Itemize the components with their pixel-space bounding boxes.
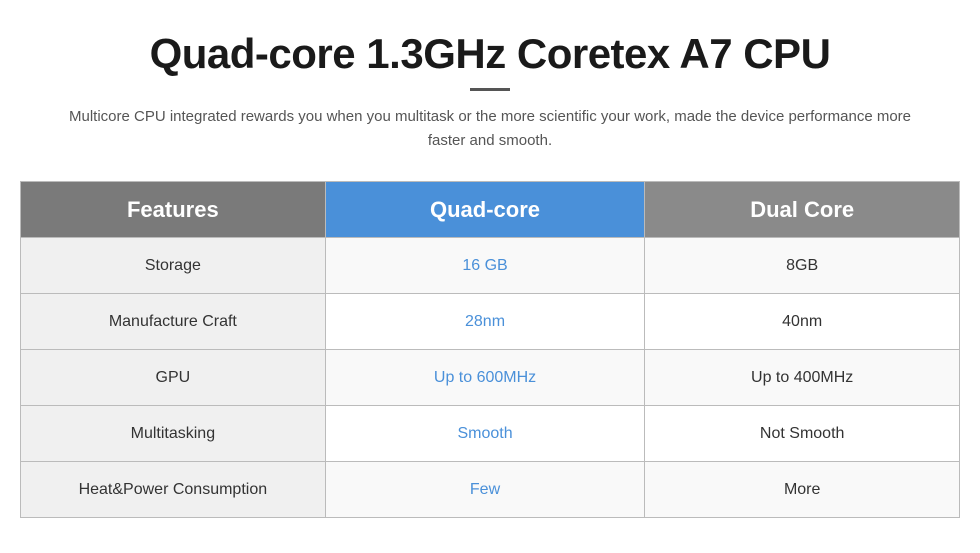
cell-dual: Up to 400MHz: [645, 350, 960, 406]
cell-dual: 40nm: [645, 294, 960, 350]
col-header-quadcore: Quad-core: [325, 182, 645, 238]
table-row: GPUUp to 600MHzUp to 400MHz: [21, 350, 960, 406]
table-row: Manufacture Craft28nm40nm: [21, 294, 960, 350]
cell-feature: GPU: [21, 350, 326, 406]
cell-feature: Manufacture Craft: [21, 294, 326, 350]
cell-quad: 28nm: [325, 294, 645, 350]
cell-quad: Few: [325, 462, 645, 518]
table-row: Storage16 GB8GB: [21, 238, 960, 294]
cell-quad: Smooth: [325, 406, 645, 462]
cell-quad: Up to 600MHz: [325, 350, 645, 406]
title-divider: [470, 88, 510, 91]
cell-dual: Not Smooth: [645, 406, 960, 462]
cell-feature: Heat&Power Consumption: [21, 462, 326, 518]
cell-dual: More: [645, 462, 960, 518]
page-title: Quad-core 1.3GHz Coretex A7 CPU: [150, 30, 831, 78]
cell-dual: 8GB: [645, 238, 960, 294]
table-row: Heat&Power ConsumptionFewMore: [21, 462, 960, 518]
col-header-features: Features: [21, 182, 326, 238]
cell-feature: Multitasking: [21, 406, 326, 462]
subtitle: Multicore CPU integrated rewards you whe…: [60, 105, 920, 153]
comparison-table: Features Quad-core Dual Core Storage16 G…: [20, 181, 960, 518]
cell-feature: Storage: [21, 238, 326, 294]
table-header-row: Features Quad-core Dual Core: [21, 182, 960, 238]
cell-quad: 16 GB: [325, 238, 645, 294]
table-row: MultitaskingSmoothNot Smooth: [21, 406, 960, 462]
col-header-dualcore: Dual Core: [645, 182, 960, 238]
